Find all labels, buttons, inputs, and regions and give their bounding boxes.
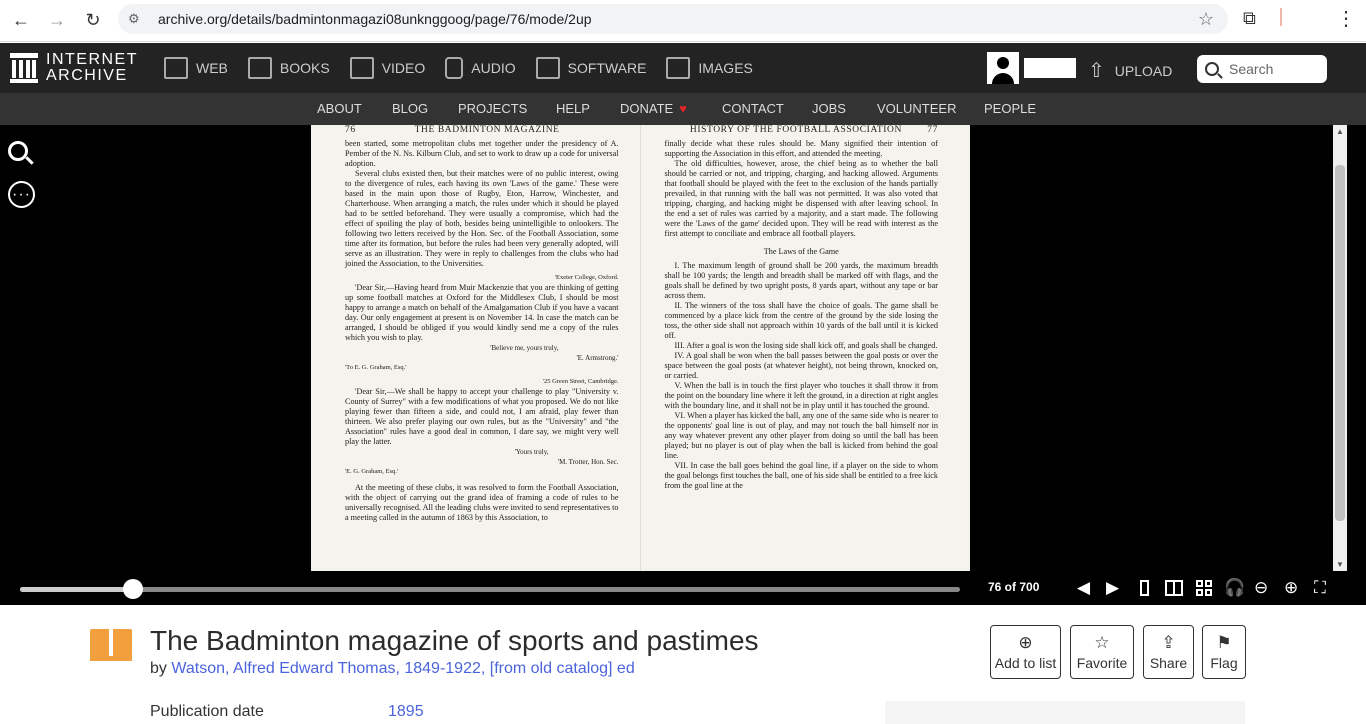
right-running-head: HISTORY OF THE FOOTBALL ASSOCIATION 77 <box>689 125 938 135</box>
upload-link[interactable]: ⇧ UPLOAD <box>1088 58 1172 83</box>
star-icon: ☆ <box>1094 632 1110 652</box>
reader-search-button[interactable] <box>8 141 28 161</box>
two-page-spread[interactable]: 76 THE BADMINTON MAGAZINE been started, … <box>311 125 970 571</box>
heart-icon: ♥ <box>679 101 687 116</box>
item-byline: by Watson, Alfred Edward Thomas, 1849-19… <box>150 660 635 677</box>
images-icon <box>666 57 691 79</box>
archive-temple-icon <box>10 53 38 83</box>
profile-indicator[interactable] <box>1280 8 1282 26</box>
zoom-in-icon[interactable]: ⊕ <box>1284 578 1298 598</box>
nav-projects[interactable]: PROJECTS <box>458 101 527 116</box>
page-slider[interactable] <box>20 587 960 592</box>
media-images[interactable]: IMAGES <box>666 57 753 79</box>
nav-blog[interactable]: BLOG <box>392 101 428 116</box>
two-page-view-icon[interactable] <box>1165 578 1183 598</box>
nav-about[interactable]: ABOUT <box>317 101 362 116</box>
fullscreen-icon[interactable]: ⛶ <box>1314 578 1326 598</box>
media-menu: WEB BOOKS VIDEO AUDIO SOFTWARE IMAGES <box>164 43 773 93</box>
web-icon <box>164 57 188 79</box>
user-avatar-icon[interactable] <box>987 52 1019 84</box>
author-link[interactable]: Watson, Alfred Edward Thomas, 1849-1922,… <box>171 660 634 677</box>
left-page: 76 THE BADMINTON MAGAZINE been started, … <box>311 125 641 571</box>
media-books[interactable]: BOOKS <box>247 57 330 79</box>
item-title: The Badminton magazine of sports and pas… <box>150 625 759 656</box>
browser-menu-icon[interactable]: ⋮ <box>1336 6 1356 31</box>
media-web[interactable]: WEB <box>164 57 228 79</box>
thumbnail-view-icon[interactable] <box>1196 578 1212 598</box>
nav-volunteer[interactable]: VOLUNTEER <box>877 101 956 116</box>
right-page-text: finally decide what these rules should b… <box>664 139 939 490</box>
next-page-icon[interactable]: ▶ <box>1106 578 1119 598</box>
share-icon: ⇪ <box>1161 632 1176 652</box>
flag-icon: ⚑ <box>1216 632 1232 652</box>
ia-logo[interactable]: INTERNET ARCHIVE <box>10 52 138 84</box>
left-page-text: been started, some metropolitan clubs me… <box>345 139 619 522</box>
upload-icon: ⇧ <box>1088 60 1105 82</box>
browser-toolbar: ← → ↻ ⚙ archive.org/details/badmintonmag… <box>0 0 1366 42</box>
book-reader: ··· 76 THE BADMINTON MAGAZINE been start… <box>0 125 1366 571</box>
software-icon <box>535 57 560 79</box>
reader-scrollbar[interactable]: ▲ ▼ <box>1333 125 1347 571</box>
media-software[interactable]: SOFTWARE <box>535 57 646 79</box>
scroll-thumb[interactable] <box>1335 165 1345 521</box>
add-circle-icon: ⊕ <box>1018 632 1033 652</box>
search-box[interactable] <box>1197 55 1327 83</box>
ia-sub-nav: ABOUT BLOG PROJECTS HELP DONATE ♥ CONTACT… <box>0 93 1366 125</box>
right-page: HISTORY OF THE FOOTBALL ASSOCIATION 77 f… <box>641 125 971 571</box>
books-icon <box>247 57 272 79</box>
url-text[interactable]: archive.org/details/badmintonmagazi08unk… <box>158 11 592 27</box>
nav-help[interactable]: HELP <box>556 101 590 116</box>
slider-progress <box>20 587 133 592</box>
book-icon <box>90 629 132 661</box>
add-to-list-button[interactable]: ⊕ Add to list <box>990 625 1061 679</box>
item-metadata: The Badminton magazine of sports and pas… <box>0 605 1366 724</box>
slider-handle[interactable] <box>122 579 143 599</box>
search-icon <box>8 141 28 161</box>
forward-arrow-icon[interactable]: → <box>42 6 72 36</box>
reload-icon[interactable]: ↻ <box>78 6 108 36</box>
share-button[interactable]: ⇪ Share <box>1143 625 1194 679</box>
nav-donate[interactable]: DONATE ♥ <box>620 101 687 116</box>
audio-icon <box>445 57 464 79</box>
media-audio[interactable]: AUDIO <box>445 57 516 79</box>
bookmark-star-icon[interactable]: ☆ <box>1198 9 1214 30</box>
nav-contact[interactable]: CONTACT <box>722 101 784 116</box>
flag-button[interactable]: ⚑ Flag <box>1202 625 1246 679</box>
address-bar[interactable]: ⚙ archive.org/details/badmintonmagazi08u… <box>118 4 1228 34</box>
scroll-down-icon[interactable]: ▼ <box>1336 560 1344 569</box>
reader-controls: 76 of 700 ◀ ▶ 🎧 ⊖ ⊕ ⛶ <box>0 571 1366 605</box>
one-page-view-icon[interactable] <box>1140 578 1149 598</box>
read-aloud-headphones-icon[interactable]: 🎧 <box>1224 578 1245 598</box>
left-running-head: 76 THE BADMINTON MAGAZINE <box>345 125 560 135</box>
site-info-icon[interactable]: ⚙ <box>128 11 148 27</box>
more-options-icon[interactable]: ··· <box>8 181 35 208</box>
nav-people[interactable]: PEOPLE <box>984 101 1036 116</box>
search-icon <box>1205 62 1219 76</box>
ia-top-nav: INTERNET ARCHIVE WEB BOOKS VIDEO AUDIO S… <box>0 43 1366 93</box>
video-icon <box>349 57 374 79</box>
favorite-button[interactable]: ☆ Favorite <box>1070 625 1134 679</box>
extensions-icon[interactable]: ⧉ <box>1243 8 1256 29</box>
scroll-up-icon[interactable]: ▲ <box>1336 127 1344 136</box>
previous-page-icon[interactable]: ◀ <box>1077 578 1090 598</box>
username-box[interactable] <box>1024 58 1076 78</box>
publication-date-label: Publication date <box>150 703 264 720</box>
publication-date-value[interactable]: 1895 <box>388 703 424 721</box>
logo-text: INTERNET ARCHIVE <box>46 51 138 84</box>
nav-jobs[interactable]: JOBS <box>812 101 846 116</box>
back-arrow-icon[interactable]: ← <box>6 6 36 36</box>
item-side-panel <box>885 701 1245 724</box>
zoom-out-icon[interactable]: ⊖ <box>1254 578 1268 598</box>
page-count: 76 of 700 <box>988 580 1040 594</box>
media-video[interactable]: VIDEO <box>349 57 425 79</box>
search-input[interactable] <box>1229 61 1324 77</box>
